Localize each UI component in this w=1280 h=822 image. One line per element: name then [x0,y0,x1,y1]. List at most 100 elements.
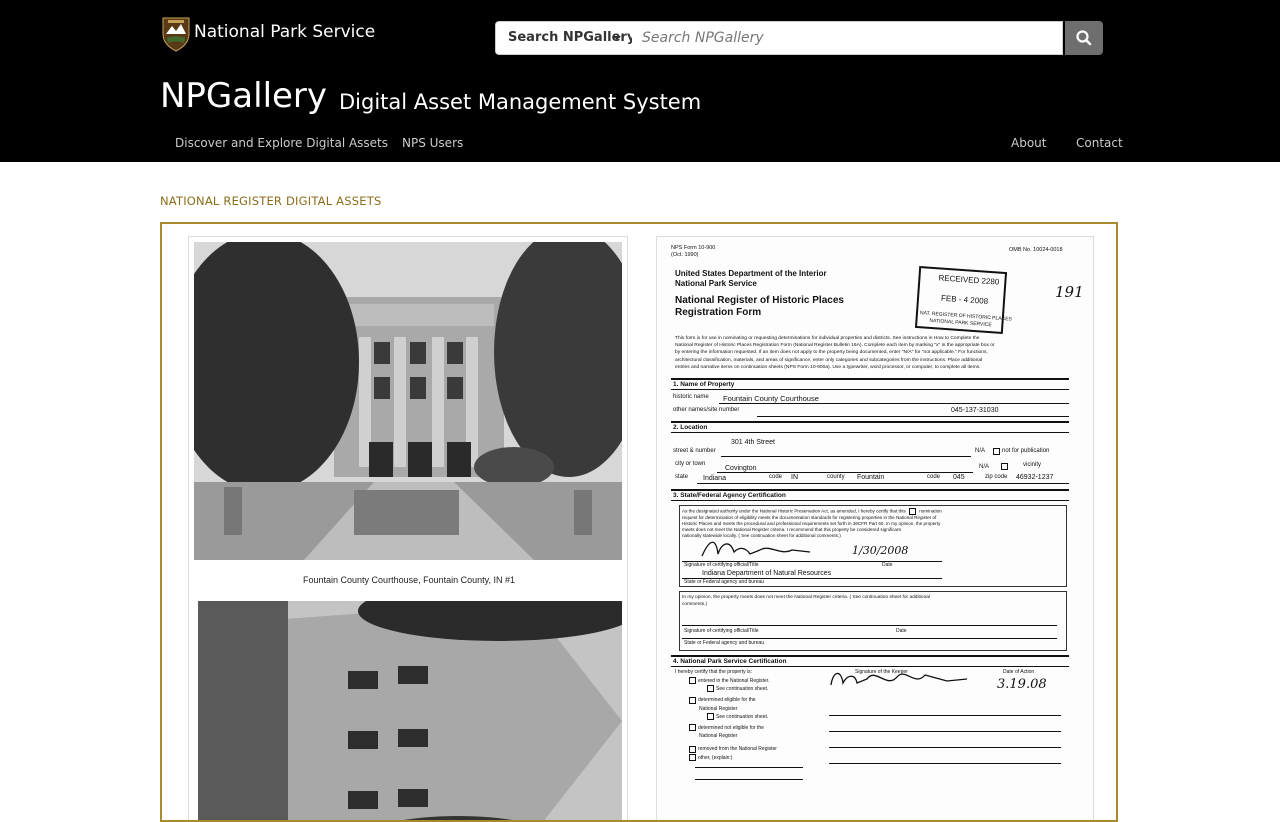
section-4-list: entered in the National Register. See co… [687,677,777,762]
state-label: state [675,474,689,480]
checkbox [689,677,696,685]
list-item: entered in the National Register. [687,677,777,685]
section-3-title: 3. State/Federal Agency Certification [673,492,786,499]
site-title[interactable]: NPGallery [160,74,327,118]
opinion-box: In my opinion, the property meets does n… [679,591,1067,651]
rule [695,767,803,768]
nav-contact[interactable]: Contact [1076,134,1123,152]
form-date: (Oct. 1990) [671,252,699,258]
rule [695,779,803,780]
photo-page[interactable]: Fountain County Courthouse, Fountain Cou… [188,236,628,820]
list-item: determined eligible for the [687,696,777,704]
nomination-checkbox [908,508,916,515]
street-value: 301 4th Street [731,439,775,446]
date-label: Date [896,628,907,634]
dept-line-1: United States Department of the Interior [675,269,827,278]
list-item: removed from the National Register [687,745,777,753]
list-item-label: determined eligible for the [698,697,756,704]
nav-nps-users[interactable]: NPS Users [402,134,463,152]
rule [671,655,1069,657]
city-value: Covington [725,465,757,472]
rule [829,747,1061,748]
stamp-line-1: RECEIVED 2280 [938,273,1000,287]
list-item-label: other, (explain:) [698,754,733,761]
search-input[interactable] [632,21,1063,55]
intro-line: architectural classification, materials,… [675,357,983,363]
form-title-1: National Register of Historic Places [675,295,844,306]
rule [671,489,1069,491]
list-item-label: See continuation sheet. [716,713,769,720]
list-item-label: entered in the National Register. [698,678,770,684]
nav-about[interactable]: About [1011,134,1046,152]
intro-line: entries and narrative items on continuat… [675,364,981,370]
checkbox [707,712,714,720]
cert-line: As the designated authority under the Na… [682,508,942,515]
section-2-title: 2. Location [673,424,708,431]
nav-discover[interactable]: Discover and Explore Digital Assets [175,134,388,152]
vicinity-label: vicinity [1023,462,1042,468]
checkbox [689,745,696,753]
list-item-label: removed from the National Register [698,746,777,753]
photo-caption: Fountain County Courthouse, Fountain Cou… [303,575,515,585]
list-item: National Register [687,705,777,713]
zip-label: zip code [985,474,1008,480]
nps-arrowhead-icon[interactable] [160,16,192,52]
opinion-text: In my opinion, the property meets does n… [682,595,930,600]
code-label: code [769,474,783,480]
rule [829,731,1061,732]
search-icon [1076,30,1092,46]
rule [697,483,1069,484]
na-2: N/A [979,464,990,470]
action-date-value: 3.19.08 [997,677,1047,692]
intro-line: National Register of Historic Places Reg… [675,343,995,349]
nomination-label: nomination [919,508,942,514]
list-item: See continuation sheet. [687,712,777,721]
historic-name-value: Fountain County Courthouse [723,394,819,403]
document-viewer[interactable]: Fountain County Courthouse, Fountain Cou… [160,222,1118,822]
county-label: county [827,474,845,480]
search-button[interactable] [1065,21,1103,55]
signature-label: Signature of certifying official/Title [684,562,759,568]
na-1: N/A [975,448,986,454]
list-item-label: National Register [699,733,738,740]
vicinity-checkbox [1001,463,1008,470]
agency-value: Indiana Department of Natural Resources [702,570,832,577]
checkbox [689,724,696,732]
agency-label: State or Federal agency and bureau [684,579,765,585]
stamp-line-2: FEB - 4 2008 [940,293,989,306]
courthouse-photo-2 [198,601,622,820]
code-label: code [927,474,941,480]
caret-down-icon [613,36,621,40]
keeper-signature [830,672,968,686]
section-heading: NATIONAL REGISTER DIGITAL ASSETS [160,194,382,208]
city-label: city or town [675,461,706,467]
section-4-intro: I hereby certify that the property is: [675,669,752,675]
list-item: other, (explain:) [687,753,777,762]
rule [671,500,1069,501]
rule [671,432,1069,433]
certification-text: As the designated authority under the Na… [682,508,942,539]
date-label: Date [882,562,893,568]
agency-name[interactable]: National Park Service [194,20,375,44]
rule [671,378,1069,380]
certification-box: As the designated authority under the Na… [679,505,1067,587]
not-for-publication-label: not for publication [1002,448,1050,454]
list-item-label: See continuation sheet. [716,686,769,693]
rule [671,389,1069,390]
form-intro: This form is for use in nominating or re… [675,335,995,371]
form-number: NPS Form 10-900 [671,245,716,251]
signature-date: 1/30/2008 [852,544,909,557]
rule [721,456,971,457]
registration-form-page[interactable]: NPS Form 10-900 (Oct. 1990) OMB No. 1002… [656,236,1094,820]
intro-line: This form is for use in nominating or re… [675,336,980,341]
official-signature [701,541,811,557]
other-names-label: other names/site number [673,407,740,413]
omb-number: OMB No. 10024-0018 [1009,247,1063,253]
checkbox [707,685,714,693]
site-header: National Park Service Search NPGallery N… [0,0,1280,162]
zip-value: 46932-1237 [1016,474,1054,481]
search-scope-dropdown[interactable]: Search NPGallery [495,21,635,55]
list-item: National Register [687,732,777,740]
rule [671,421,1069,423]
county-code-value: 045 [953,474,965,481]
